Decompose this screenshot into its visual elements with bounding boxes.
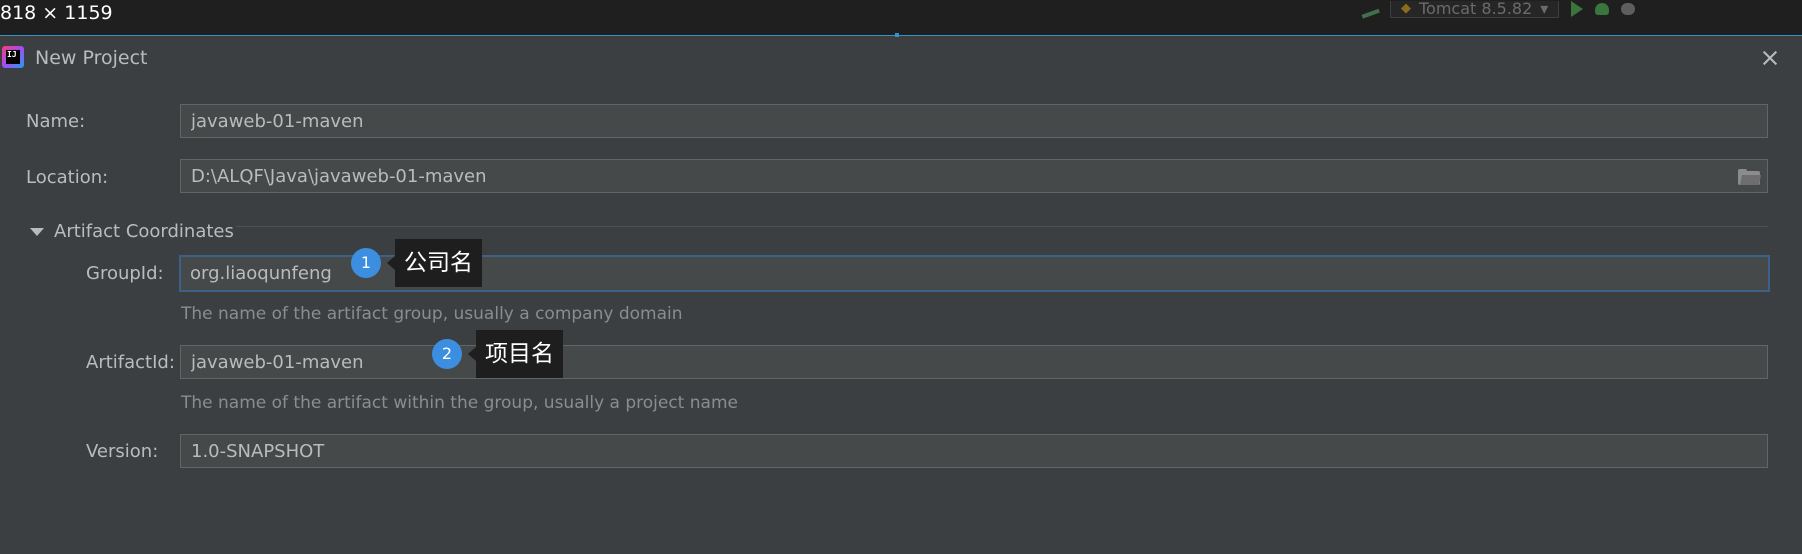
dialog-titlebar: IJ New Project — [0, 37, 1802, 79]
artifactid-field[interactable] — [180, 345, 1768, 379]
section-divider — [236, 226, 1768, 227]
section-title: Artifact Coordinates — [54, 221, 234, 242]
location-field[interactable] — [180, 159, 1768, 193]
version-label: Version: — [86, 441, 159, 462]
tomcat-icon: ◆ — [1401, 1, 1411, 16]
name-field[interactable] — [180, 104, 1768, 138]
location-label: Location: — [26, 167, 109, 188]
expand-triangle-icon — [30, 227, 44, 236]
coverage-icon[interactable] — [1621, 3, 1636, 15]
intellij-logo-icon: IJ — [2, 46, 24, 68]
annotation-badge-2: 2 — [432, 339, 462, 369]
artifactid-hint: The name of the artifact within the grou… — [181, 393, 738, 413]
annotation-callout-project: 项目名 — [468, 330, 563, 378]
close-button[interactable] — [1756, 44, 1784, 72]
debug-icon[interactable] — [1595, 3, 1610, 15]
build-hammer-icon[interactable] — [1358, 0, 1380, 19]
name-label: Name: — [26, 111, 86, 132]
dialog-title: New Project — [35, 47, 148, 69]
annotation-callout-company: 公司名 — [387, 239, 482, 287]
annotation-badge-1: 1 — [351, 248, 381, 278]
window-focus-line — [0, 35, 1802, 36]
artifactid-label: ArtifactId: — [86, 352, 175, 373]
version-field[interactable] — [180, 434, 1768, 468]
run-icon[interactable] — [1571, 1, 1584, 17]
dimensions-overlay-label: 818 × 1159 — [0, 2, 113, 24]
groupid-hint: The name of the artifact group, usually … — [181, 304, 683, 324]
run-config-selector[interactable]: ◆ Tomcat 8.5.82 ▾ — [1390, 0, 1560, 18]
browse-folder-icon[interactable] — [1738, 169, 1762, 185]
artifact-coordinates-toggle[interactable]: Artifact Coordinates — [30, 221, 234, 242]
groupid-label: GroupId: — [86, 263, 164, 284]
run-config-label: Tomcat 8.5.82 — [1419, 0, 1533, 18]
ide-toolbar: ◆ Tomcat 8.5.82 ▾ — [1358, 0, 1636, 19]
chevron-down-icon: ▾ — [1540, 0, 1549, 18]
